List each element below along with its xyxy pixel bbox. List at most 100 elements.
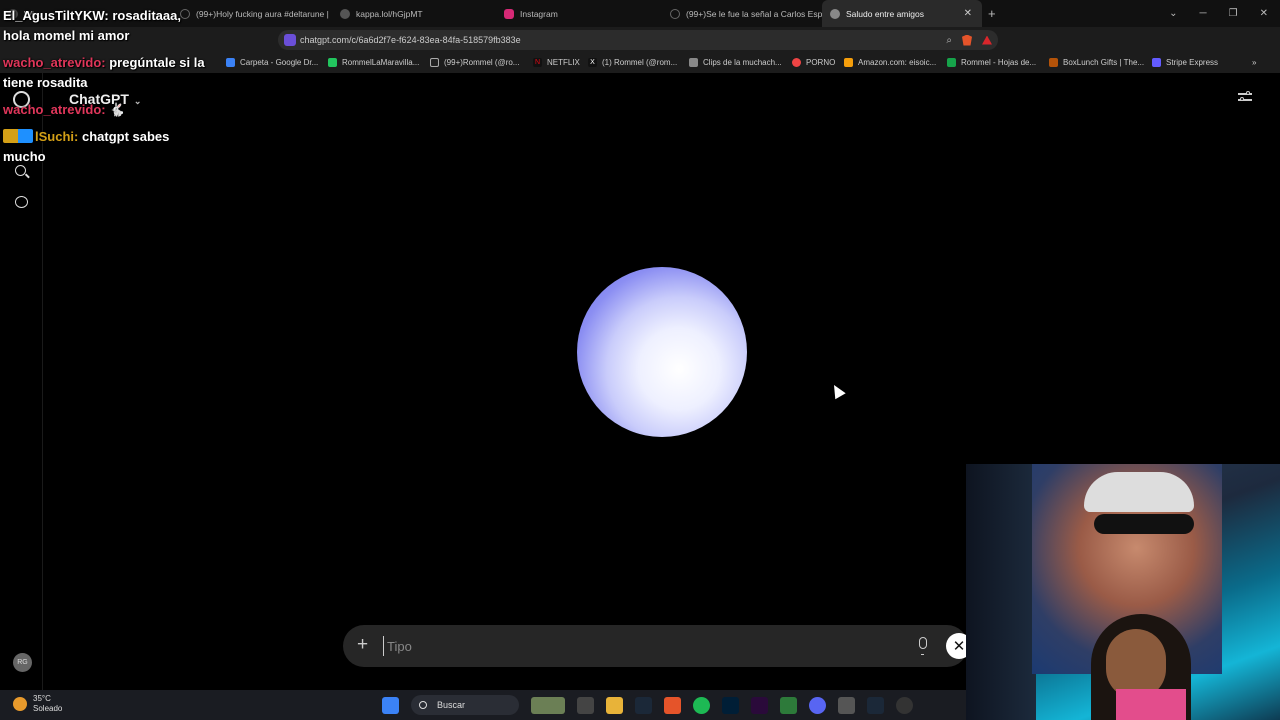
weather-text: 35°C Soleado [33,694,62,714]
weather-temp: 35°C [33,694,51,703]
bookmark-label: Clips de la muchach... [703,58,782,67]
bookmark-item[interactable]: BoxLunch Gifts | The... [1049,58,1144,67]
site-info-icon[interactable] [284,34,296,46]
microphone-icon[interactable] [919,637,927,655]
url-field[interactable]: chatgpt.com/c/6a6d2f7e-f624-83ea-84fa-51… [278,30,998,50]
chat-message-cont: tiene rosadita [3,75,88,90]
chat-text: chatgpt sabes [81,129,170,144]
chatgpt-app-icon[interactable] [896,696,913,714]
bookmark-label: PORNO [806,58,836,67]
task-view-icon[interactable] [577,696,594,714]
voice-settings-icon[interactable] [1238,91,1252,103]
brave-icon[interactable] [664,696,681,714]
tab-close-icon[interactable]: ✕ [956,8,972,19]
message-input[interactable] [383,636,883,656]
chat-message: wacho_atrevido: pregúntale si la [3,53,205,73]
tiktok-icon [670,8,680,19]
avatar[interactable]: RG [13,653,32,672]
spotify-icon[interactable] [693,696,710,714]
brave-rewards-icon[interactable] [982,35,992,45]
chat-username: wacho_atrevido: [3,55,106,70]
bookmark-item[interactable]: (99+)Rommel (@ro... [430,58,519,67]
chatgpt-favicon [830,8,840,19]
tab-5[interactable]: (99+)Se le fue la señal a Carlos Espi [662,0,822,27]
bookmark-item[interactable]: Clips de la muchach... [689,58,782,67]
bookmark-label: Amazon.com: eisoic... [858,58,937,67]
new-chat-icon[interactable] [15,196,28,208]
screen: Wi... (99+)Holy fucking aura #deltarune … [0,0,1280,720]
amazon-icon [844,58,853,67]
taskbar-search[interactable]: Buscar [411,695,519,715]
mouse-cursor-icon [828,382,846,400]
brave-shields-icon[interactable] [962,34,972,46]
address-bar-row: chatgpt.com/c/6a6d2f7e-f624-83ea-84fa-51… [0,27,1280,73]
steam-icon-2[interactable] [867,696,884,714]
voice-mode-orb [577,267,747,437]
bookmark-item[interactable]: RommelLaMaravilla... [328,58,419,67]
netflix-icon: N [533,58,542,67]
url-text: chatgpt.com/c/6a6d2f7e-f624-83ea-84fa-51… [300,35,521,45]
minimize-button[interactable]: ─ [1200,8,1207,19]
premiere-icon[interactable] [751,696,768,714]
kick-icon [328,58,337,67]
browser-tab-bar: Wi... (99+)Holy fucking aura #deltarune … [0,0,1280,27]
bookmark-item[interactable]: Stripe Express [1152,58,1218,67]
weather-condition: Soleado [33,704,63,713]
bookmark-label: Stripe Express [1166,58,1219,67]
bookmark-label: Carpeta - Google Dr... [240,58,319,67]
widgets-icon[interactable] [531,696,565,714]
tab-4[interactable]: Instagram [496,0,662,27]
chat-username: wacho_atrevido: [3,102,106,117]
bookmark-item[interactable]: N NETFLIX [533,58,580,67]
windows-start-icon[interactable] [382,696,399,714]
chat-username: lSuchi: [35,129,79,144]
file-explorer-icon[interactable] [606,696,623,714]
tab-list-icon[interactable]: ⌄ [1169,8,1177,19]
tab-2[interactable]: (99+)Holy fucking aura #deltarune | [172,0,332,27]
bookmark-item[interactable]: Amazon.com: eisoic... [844,58,936,67]
bookmarks-overflow-icon[interactable]: » [1252,58,1256,67]
chat-text: pregúntale si la [109,55,205,70]
webcam-feed [966,464,1280,720]
search-icon [419,701,427,709]
chevron-down-icon: ⌄ [133,96,142,106]
gamepad-icon[interactable] [838,696,855,714]
sun-icon [13,697,27,711]
chat-message: wacho_atrevido: 🐇 [3,100,125,120]
steam-icon[interactable] [635,696,652,714]
composer: + ✕ [343,625,972,667]
close-window-button[interactable]: ✕ [1260,8,1268,19]
address-actions: ⌕ [946,30,992,50]
new-tab-button[interactable]: + [988,6,996,21]
weather-widget[interactable]: 35°C Soleado [13,694,62,714]
bookmark-label: (99+)Rommel (@ro... [444,58,520,67]
taskbar-apps: Buscar [382,695,913,715]
bookmark-item[interactable]: PORNO [792,58,835,67]
search-label: Buscar [437,700,466,710]
bookmark-item[interactable]: X (1) Rommel (@rom... [588,58,677,67]
tab-3[interactable]: kappa.lol/hGjpMT [332,0,496,27]
tiktok-icon [180,8,190,19]
boxlunch-icon [1049,58,1058,67]
bookmark-item[interactable]: Carpeta - Google Dr... [226,58,318,67]
chat-badges-icon [3,129,33,143]
tab-label: (99+)Holy fucking aura #deltarune | [196,8,329,19]
sheets-icon [947,58,956,67]
attach-plus-icon[interactable]: + [357,634,368,656]
bookmark-item[interactable]: Rommel - Hojas de... [947,58,1036,67]
app-icon[interactable] [780,696,797,714]
x-icon: X [588,58,597,67]
globe-icon [340,8,350,19]
webcam-streamer-shirt [1116,689,1186,720]
chat-message: El_AgusTiltYKW: rosaditaaa, [3,6,181,26]
zoom-icon[interactable]: ⌕ [946,35,952,46]
discord-icon[interactable] [809,696,826,714]
chat-message-cont: mucho [3,149,46,164]
bookmark-label: (1) Rommel (@rom... [602,58,678,67]
tab-label: (99+)Se le fue la señal a Carlos Espi [686,8,822,19]
tab-label: Instagram [520,8,558,19]
tab-active[interactable]: Saludo entre amigos ✕ [822,0,982,27]
bookmark-site-icon [792,58,801,67]
photoshop-icon[interactable] [722,696,739,714]
restore-button[interactable]: ❐ [1229,8,1238,19]
